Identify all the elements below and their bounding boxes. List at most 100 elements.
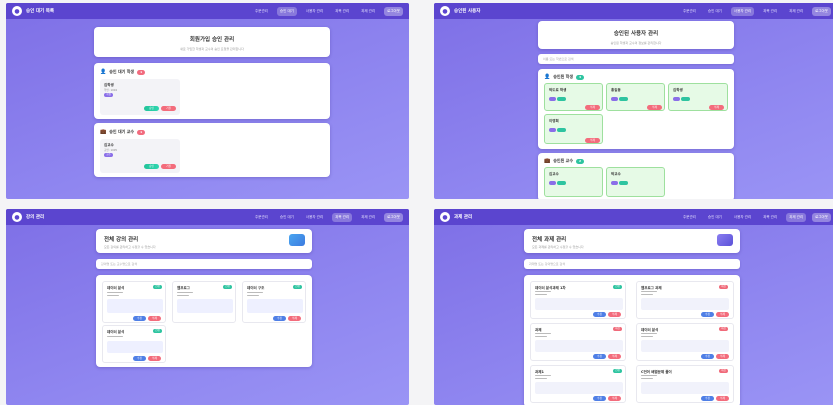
delete-button[interactable]: 삭제	[148, 356, 161, 361]
delete-button[interactable]: 삭제	[716, 312, 729, 317]
count-badge: 1	[137, 69, 146, 75]
nav-item[interactable]: 과목 관리	[332, 7, 352, 16]
section-title: 💼 승인된 교수 2	[544, 158, 585, 164]
header-card: 회원가입 승인 관리 새로 가입한 학생과 교수의 승인 요청을 관리합니다	[94, 27, 330, 57]
delete-button[interactable]: 삭제	[716, 354, 729, 359]
assignment-card: 데이터 분석과제 1차 진행 수정 삭제	[530, 281, 626, 319]
status-badge	[681, 97, 690, 101]
edit-button[interactable]: 수정	[701, 396, 714, 401]
nav-item[interactable]: 사용자 관리	[730, 6, 755, 16]
edit-button[interactable]: 수정	[593, 396, 606, 401]
header-card: 전체 강의 관리 모든 강의를 관리하고 수정할 수 있습니다	[96, 229, 312, 253]
delete-button[interactable]: 삭제	[716, 396, 729, 401]
nav-item[interactable]: 승인 대기	[705, 213, 725, 222]
assignment-icon	[717, 234, 733, 246]
delete-button[interactable]: 삭제	[585, 138, 600, 143]
assignment-card: 과제 마감 수정 삭제	[530, 323, 626, 361]
edit-button[interactable]: 수정	[701, 312, 714, 317]
edit-button[interactable]: 수정	[133, 356, 146, 361]
edit-button[interactable]: 수정	[273, 316, 286, 321]
professor-icon: 💼	[544, 158, 551, 164]
meta-line	[177, 292, 193, 294]
nav-item[interactable]: 주문관리	[680, 7, 699, 16]
nav-item[interactable]: 과제 관리	[358, 7, 378, 16]
nav-item[interactable]: 사용자 관리	[303, 7, 326, 16]
assignment-list: 데이터 분석과제 1차 진행 수정 삭제 웹프로그 과제 마감 수정 삭제 과제…	[524, 275, 740, 405]
nav-item[interactable]: 승인 대기	[705, 7, 725, 16]
logout-button[interactable]: 로그아웃	[812, 212, 831, 222]
edit-button[interactable]: 수정	[133, 316, 146, 321]
course-stats	[177, 299, 233, 313]
delete-button[interactable]: 삭제	[709, 105, 724, 110]
section-title: 👤 승인 대기 학생 1	[100, 69, 146, 75]
meta-line	[247, 295, 259, 297]
nav-item[interactable]: 사용자 관리	[303, 213, 326, 222]
user-id: 교번: 1005	[104, 149, 118, 152]
approve-button[interactable]: 승인	[144, 106, 159, 111]
status-badge: 진행	[223, 285, 232, 289]
delete-button[interactable]: 삭제	[585, 105, 600, 110]
assignment-card: 과제1 진행 수정 삭제	[530, 365, 626, 403]
status-badge	[557, 181, 566, 185]
delete-button[interactable]: 삭제	[608, 396, 621, 401]
course-name: 데이터 분석	[107, 286, 125, 290]
nav-item[interactable]: 사용자 관리	[731, 213, 754, 222]
edit-button[interactable]: 수정	[701, 354, 714, 359]
logout-button[interactable]: 로그아웃	[812, 6, 831, 16]
delete-button[interactable]: 삭제	[608, 354, 621, 359]
search-input[interactable]: 과제명 또는 강의명으로 검색	[524, 259, 740, 269]
nav-item[interactable]: 승인 대기	[277, 213, 297, 222]
nav-item[interactable]: 승인 대기	[276, 6, 297, 16]
logo-icon: ●	[12, 212, 22, 222]
header-card: 승인된 사용자 관리 승인된 학생과 교수의 정보를 관리합니다	[538, 21, 734, 49]
nav-item[interactable]: 과제 관리	[786, 212, 807, 222]
top-nav: ● 과제 관리 주문관리 승인 대기 사용자 관리 과목 관리 과제 관리 로그…	[434, 209, 833, 225]
edit-button[interactable]: 수정	[593, 312, 606, 317]
edit-button[interactable]: 수정	[593, 354, 606, 359]
status-badge: 마감	[719, 369, 728, 373]
screen-assignment-management: ● 과제 관리 주문관리 승인 대기 사용자 관리 과목 관리 과제 관리 로그…	[434, 209, 833, 405]
user-card: 홍길동 삭제	[606, 83, 665, 111]
approve-button[interactable]: 승인	[144, 164, 159, 169]
course-name: 웹프로그	[177, 286, 190, 290]
nav-item[interactable]: 과목 관리	[760, 7, 780, 16]
role-badge: 교수	[104, 153, 113, 157]
nav-item[interactable]: 주문관리	[252, 213, 271, 222]
logout-button[interactable]: 로그아웃	[384, 6, 403, 16]
delete-button[interactable]: 삭제	[647, 105, 662, 110]
role-badge	[549, 181, 556, 185]
search-input[interactable]: 강의명 또는 교수명으로 검색	[96, 259, 312, 269]
page-title: 전체 강의 관리	[104, 237, 139, 243]
logo-icon: ●	[440, 6, 450, 16]
course-card: 데이터 분석 진행 수정 삭제	[102, 325, 166, 363]
nav-item[interactable]: 과제 관리	[358, 213, 378, 222]
meta-line	[177, 295, 189, 297]
nav-item[interactable]: 과제 관리	[786, 7, 806, 16]
delete-button[interactable]: 삭제	[608, 312, 621, 317]
top-nav: ● 강의 관리 주문관리 승인 대기 사용자 관리 과목 관리 과제 관리 로그…	[6, 209, 409, 225]
course-stats	[107, 341, 163, 353]
course-card: 데이터 분석 진행 수정 삭제	[102, 281, 166, 323]
status-badge	[619, 181, 628, 185]
assignment-details	[535, 382, 623, 394]
page-subtitle: 모든 과제를 관리하고 수정할 수 있습니다	[532, 245, 584, 249]
logo-icon: ●	[440, 212, 450, 222]
page-subtitle: 모든 강의를 관리하고 수정할 수 있습니다	[104, 245, 156, 249]
delete-button[interactable]: 삭제	[148, 316, 161, 321]
meta-line	[535, 336, 547, 338]
logout-button[interactable]: 로그아웃	[384, 212, 403, 222]
search-input[interactable]: 이름 또는 학번으로 검색	[538, 54, 734, 64]
course-list: 데이터 분석 진행 수정 삭제 웹프로그 진행 데이터 구조 진행 수정 삭제 …	[96, 275, 312, 367]
nav-item[interactable]: 과목 관리	[760, 213, 780, 222]
nav-item[interactable]: 주문관리	[680, 213, 699, 222]
nav-item[interactable]: 과목 관리	[332, 212, 353, 222]
status-badge	[557, 97, 566, 101]
reject-button[interactable]: 거절	[161, 106, 176, 111]
page-subtitle: 새로 가입한 학생과 교수의 승인 요청을 관리합니다	[180, 47, 244, 51]
meta-line	[535, 291, 551, 293]
delete-button[interactable]: 삭제	[288, 316, 301, 321]
reject-button[interactable]: 거절	[161, 164, 176, 169]
approved-students-section: 👤 승인된 학생 4 박도로 학생 삭제 홍길동 삭제 김학생 삭제 이영희 삭…	[538, 69, 734, 149]
nav-item[interactable]: 주문관리	[252, 7, 271, 16]
user-id: 학번: 1004	[104, 89, 118, 92]
